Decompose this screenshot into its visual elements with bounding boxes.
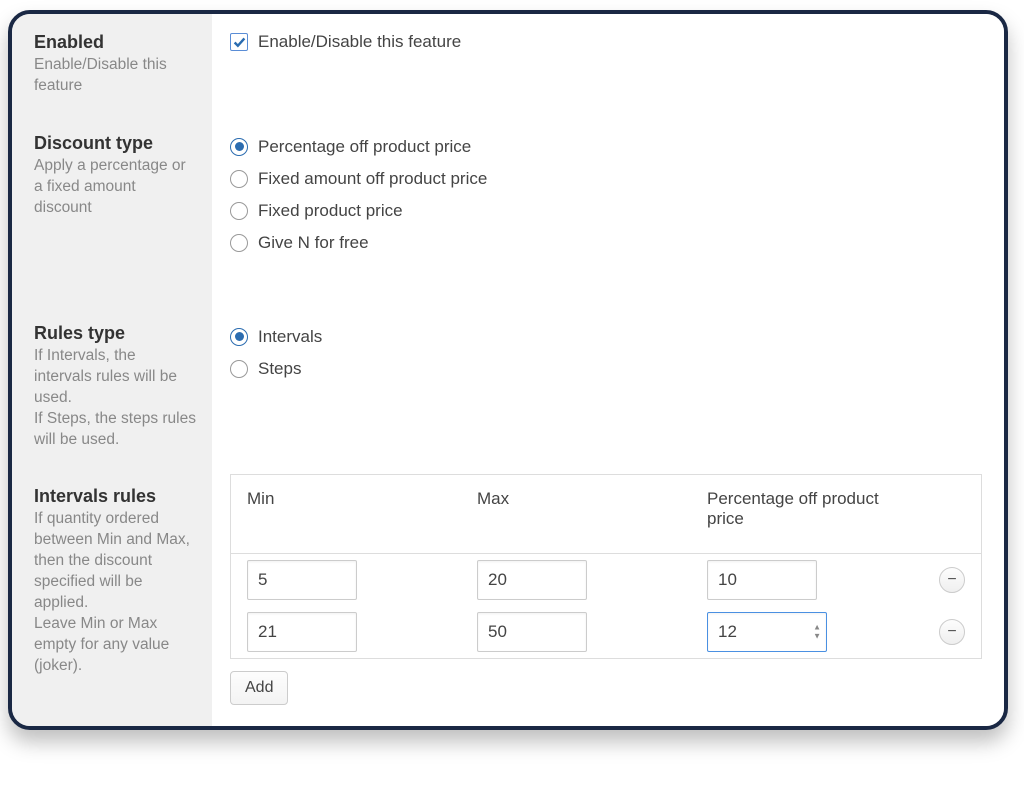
label-desc-enabled: Enable/Disable this feature — [34, 55, 196, 97]
settings-panel: Enabled Enable/Disable this feature Enab… — [8, 10, 1008, 730]
td-min — [231, 612, 461, 652]
td-max — [461, 612, 691, 652]
radio-label: Steps — [258, 359, 301, 379]
max-input[interactable] — [477, 612, 587, 652]
td-max — [461, 560, 691, 600]
section-intervals-rules: Intervals rules If quantity ordered betw… — [12, 468, 1004, 730]
radio-label: Give N for free — [258, 233, 369, 253]
td-min — [231, 560, 461, 600]
check-icon — [233, 36, 246, 49]
discount-type-radio-group: Percentage off product price Fixed amoun… — [230, 137, 982, 253]
rules-option-steps[interactable]: Steps — [230, 359, 982, 379]
max-input[interactable] — [477, 560, 587, 600]
label-col-intervals: Intervals rules If quantity ordered betw… — [12, 468, 212, 730]
label-title-rulestype: Rules type — [34, 323, 196, 344]
label-desc-discount: Apply a percentage or a fixed amount dis… — [34, 156, 196, 219]
enable-checkbox[interactable] — [230, 33, 248, 51]
th-min: Min — [231, 489, 461, 529]
intervals-table-header: Min Max Percentage off product price — [231, 475, 981, 554]
remove-row-button[interactable]: − — [939, 619, 965, 645]
radio-label: Fixed amount off product price — [258, 169, 487, 189]
radio-icon[interactable] — [230, 170, 248, 188]
intervals-table: Min Max Percentage off product price — [230, 474, 982, 659]
enable-checkbox-wrap[interactable]: Enable/Disable this feature — [230, 32, 982, 52]
enable-checkbox-label: Enable/Disable this feature — [258, 32, 461, 52]
td-pct: ▲ ▼ — [691, 612, 921, 652]
content-col-rulestype: Intervals Steps — [212, 305, 1004, 469]
discount-option-percentage[interactable]: Percentage off product price — [230, 137, 982, 157]
section-discount-type: Discount type Apply a percentage or a fi… — [12, 115, 1004, 305]
rules-type-radio-group: Intervals Steps — [230, 327, 982, 379]
label-col-discount: Discount type Apply a percentage or a fi… — [12, 115, 212, 305]
rules-option-intervals[interactable]: Intervals — [230, 327, 982, 347]
quantity-stepper[interactable]: ▲ ▼ — [813, 624, 821, 641]
chevron-up-icon: ▲ — [813, 624, 821, 632]
discount-option-fixed-price[interactable]: Fixed product price — [230, 201, 982, 221]
min-input[interactable] — [247, 560, 357, 600]
chevron-down-icon: ▼ — [813, 633, 821, 641]
min-input[interactable] — [247, 612, 357, 652]
radio-icon[interactable] — [230, 360, 248, 378]
table-row: − — [231, 554, 981, 606]
remove-row-button[interactable]: − — [939, 567, 965, 593]
td-action: − — [921, 619, 981, 645]
discount-option-give-n-free[interactable]: Give N for free — [230, 233, 982, 253]
td-pct — [691, 560, 921, 600]
label-desc-rulestype: If Intervals, the intervals rules will b… — [34, 346, 196, 451]
label-title-intervals: Intervals rules — [34, 486, 196, 507]
label-col-rulestype: Rules type If Intervals, the intervals r… — [12, 305, 212, 469]
radio-label: Intervals — [258, 327, 322, 347]
minus-icon: − — [947, 571, 956, 589]
label-title-enabled: Enabled — [34, 32, 196, 53]
radio-icon[interactable] — [230, 138, 248, 156]
content-col-discount: Percentage off product price Fixed amoun… — [212, 115, 1004, 305]
percentage-input[interactable] — [707, 612, 827, 652]
table-row: ▲ ▼ − — [231, 606, 981, 658]
discount-option-fixed-amount[interactable]: Fixed amount off product price — [230, 169, 982, 189]
radio-label: Fixed product price — [258, 201, 403, 221]
th-pct: Percentage off product price — [691, 489, 981, 529]
radio-icon[interactable] — [230, 202, 248, 220]
section-enabled: Enabled Enable/Disable this feature Enab… — [12, 14, 1004, 115]
content-col-enabled: Enable/Disable this feature — [212, 14, 1004, 115]
radio-label: Percentage off product price — [258, 137, 471, 157]
radio-icon[interactable] — [230, 234, 248, 252]
label-col-enabled: Enabled Enable/Disable this feature — [12, 14, 212, 115]
content-col-intervals: Min Max Percentage off product price — [212, 468, 1004, 730]
label-title-discount: Discount type — [34, 133, 196, 154]
section-rules-type: Rules type If Intervals, the intervals r… — [12, 305, 1004, 469]
label-desc-intervals: If quantity ordered between Min and Max,… — [34, 509, 196, 676]
td-action: − — [921, 567, 981, 593]
th-max: Max — [461, 489, 691, 529]
add-button[interactable]: Add — [230, 671, 288, 705]
percentage-input[interactable] — [707, 560, 817, 600]
radio-icon[interactable] — [230, 328, 248, 346]
minus-icon: − — [947, 623, 956, 641]
